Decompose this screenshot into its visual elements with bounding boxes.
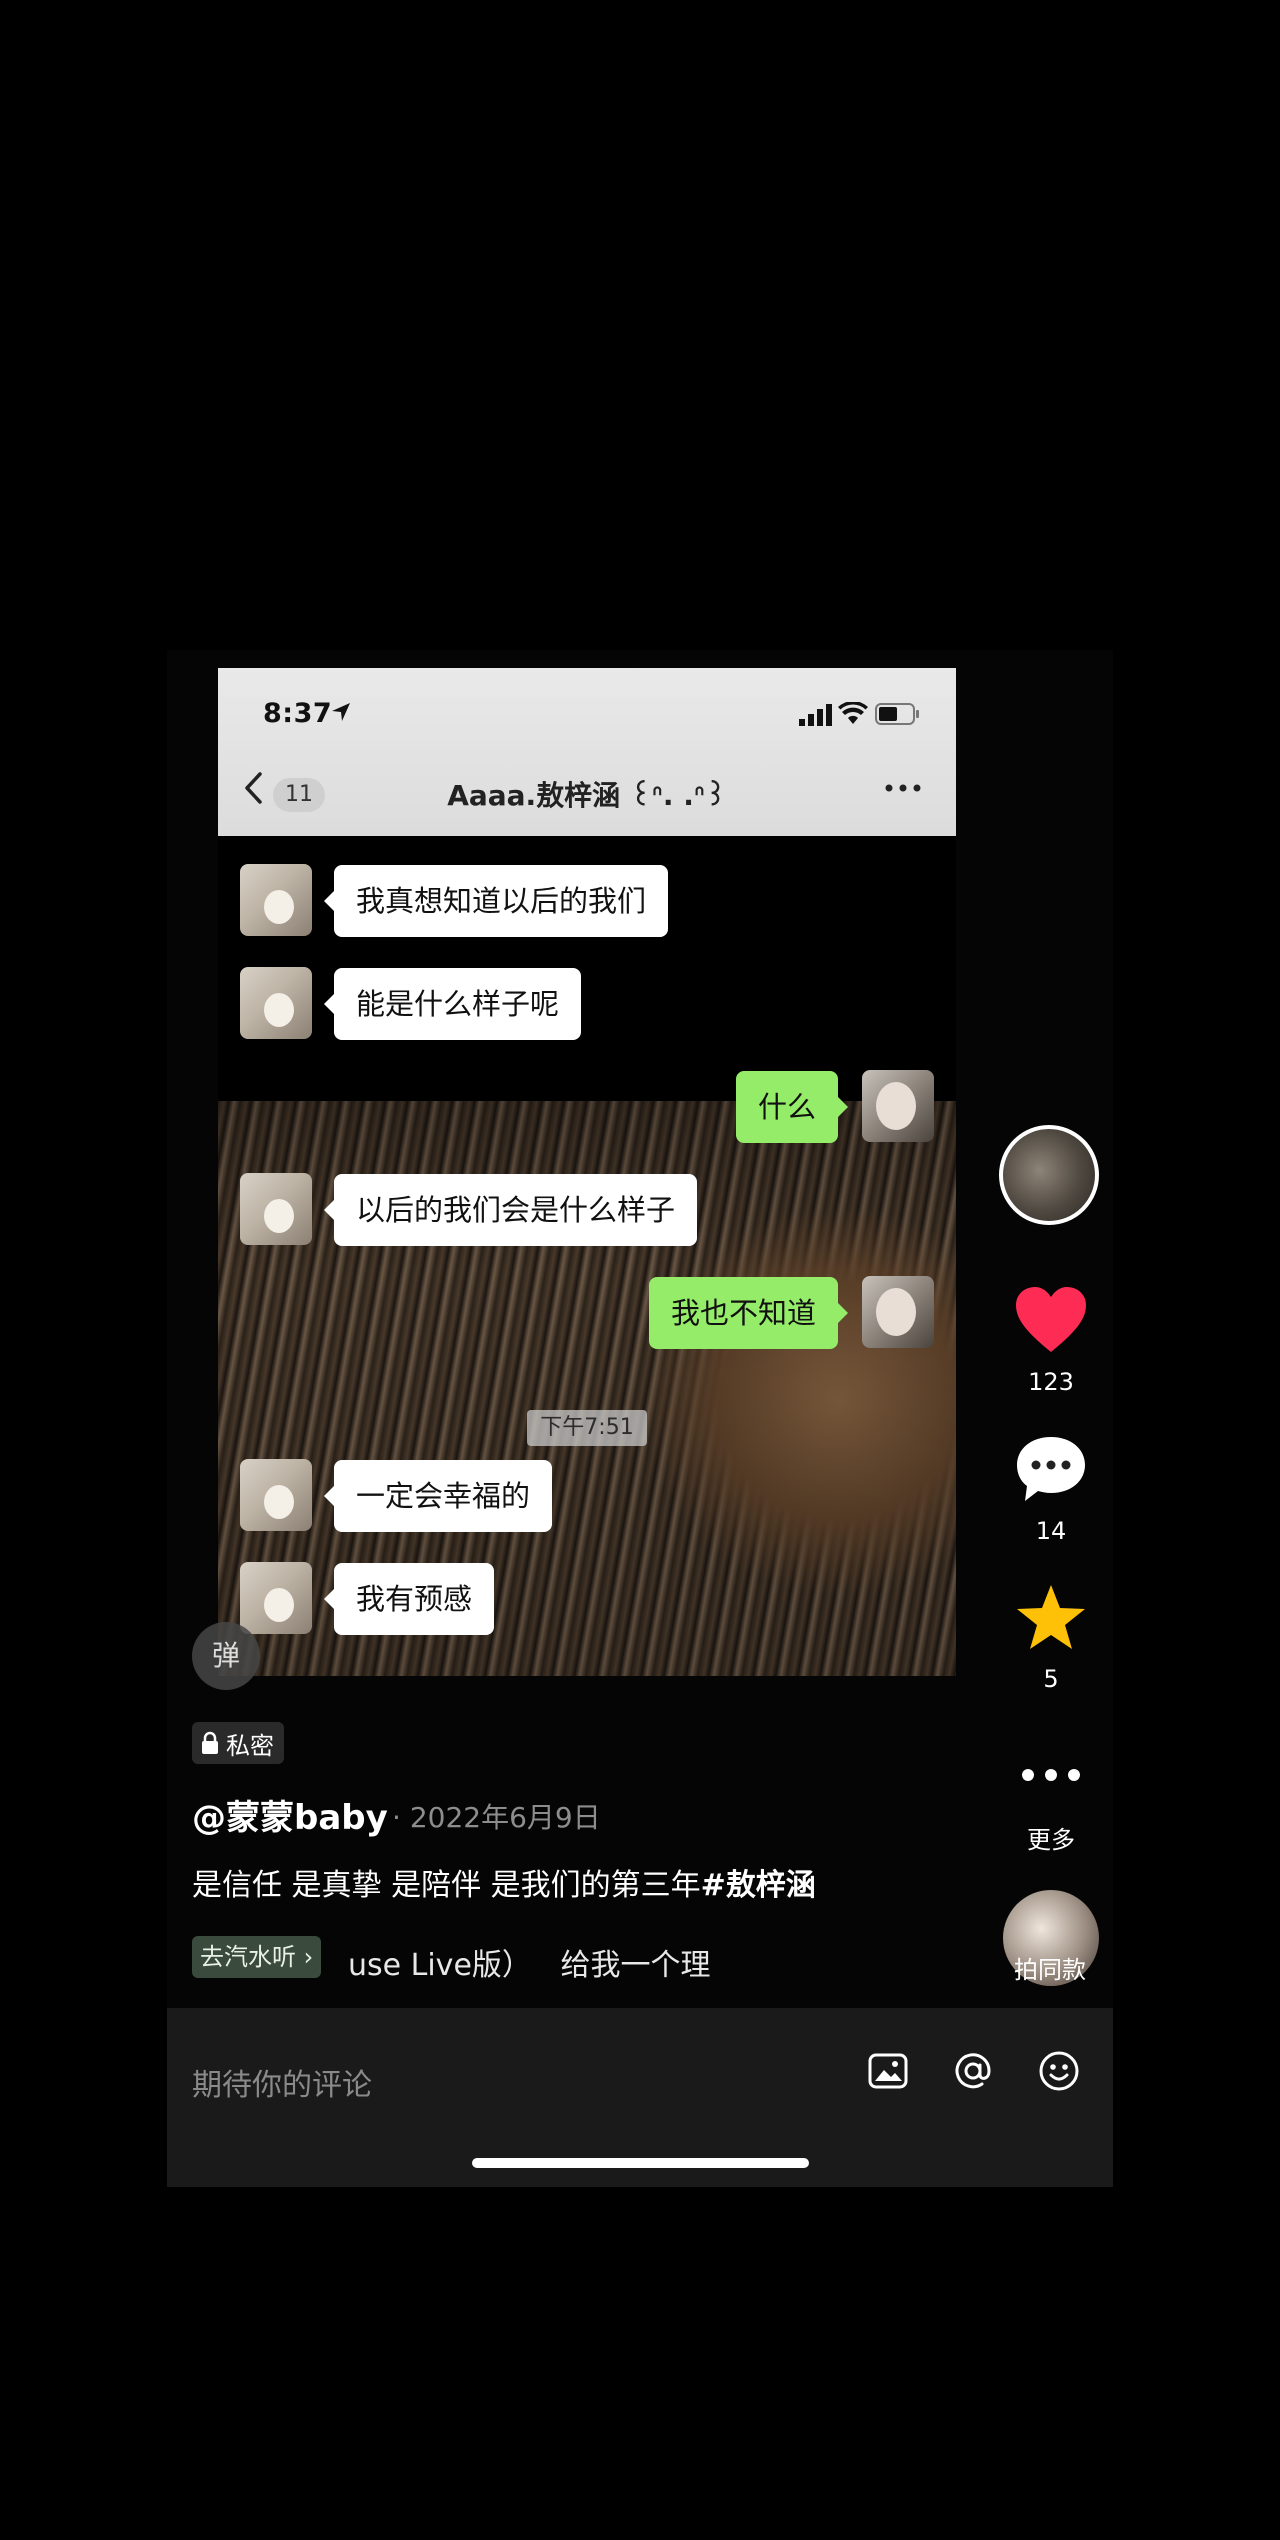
- my-avatar[interactable]: [862, 1276, 934, 1348]
- status-time: 8:37: [263, 698, 333, 729]
- music-title-marquee[interactable]: use Live版） 给我一个理: [348, 1940, 711, 1984]
- comment-bar: 期待你的评论: [167, 2008, 1113, 2187]
- more-label[interactable]: 更多: [1001, 1820, 1101, 1855]
- wifi-icon: [838, 702, 868, 724]
- author-name[interactable]: @蒙蒙baby: [192, 1790, 388, 1839]
- danmu-toggle-button[interactable]: 弹: [192, 1622, 260, 1690]
- open-in-music-app-button[interactable]: 去汽水听 ›: [192, 1936, 322, 1978]
- chat-message: 我有预感: [323, 1563, 495, 1635]
- comment-input[interactable]: 期待你的评论: [192, 2060, 372, 2104]
- post-date: · 2022年6月9日: [392, 1801, 601, 1834]
- friend-avatar[interactable]: [240, 1173, 312, 1245]
- chat-message: 我真想知道以后的我们: [323, 865, 669, 937]
- mention-at-icon[interactable]: [952, 2050, 994, 2092]
- comment-count: 14: [1035, 1517, 1067, 1545]
- same-style-label[interactable]: 拍同款: [985, 1950, 1115, 1985]
- chat-message: 以后的我们会是什么样子: [323, 1174, 698, 1246]
- post-description: 是信任 是真挚 是陪伴 是我们的第三年#敖梓涵: [192, 1868, 816, 1903]
- signal-icon: [799, 704, 832, 726]
- friend-avatar[interactable]: [240, 1459, 312, 1531]
- chat-screenshot: 8:37 11 Aaaa.敖梓涵 ꒰ᐢ. .ᐢ꒱ 我真想知道以后的我们 能是什么…: [218, 668, 956, 1676]
- more-dots-icon[interactable]: [883, 776, 923, 800]
- lock-icon: [202, 1731, 218, 1754]
- chat-message: 一定会幸福的: [323, 1460, 553, 1532]
- chat-message: 能是什么样子呢: [323, 968, 582, 1040]
- my-avatar[interactable]: [862, 1070, 934, 1142]
- video-post-screen: 8:37 11 Aaaa.敖梓涵 ꒰ᐢ. .ᐢ꒱ 我真想知道以后的我们 能是什么…: [167, 650, 1113, 2187]
- friend-avatar[interactable]: [240, 967, 312, 1039]
- friend-avatar[interactable]: [240, 1562, 312, 1634]
- private-badge: 私密: [192, 1722, 284, 1764]
- friend-avatar[interactable]: [240, 864, 312, 936]
- chat-message: 我也不知道: [648, 1277, 849, 1349]
- emoji-icon[interactable]: [1038, 2050, 1080, 2092]
- image-icon[interactable]: [867, 2050, 909, 2092]
- chat-contact-name: Aaaa.敖梓涵 ꒰ᐢ. .ᐢ꒱: [447, 779, 727, 812]
- home-indicator: [472, 2158, 809, 2168]
- chat-timestamp: 下午7:51: [527, 1410, 647, 1446]
- more-dots-icon[interactable]: [1019, 1765, 1083, 1785]
- location-arrow-icon: [332, 703, 350, 721]
- creator-avatar[interactable]: [999, 1125, 1099, 1225]
- favorite-count: 5: [1043, 1665, 1059, 1693]
- heart-icon[interactable]: [1014, 1286, 1088, 1354]
- private-label: 私密: [226, 1731, 274, 1760]
- chat-header: 8:37 11 Aaaa.敖梓涵 ꒰ᐢ. .ᐢ꒱: [218, 668, 956, 836]
- favorite-star-icon[interactable]: [1015, 1583, 1087, 1651]
- comment-icon[interactable]: [1015, 1435, 1087, 1503]
- battery-icon: [875, 703, 919, 725]
- like-count: 123: [1028, 1368, 1074, 1396]
- chat-message: 什么: [735, 1071, 849, 1143]
- hashtag-link[interactable]: #敖梓涵: [701, 1868, 816, 1903]
